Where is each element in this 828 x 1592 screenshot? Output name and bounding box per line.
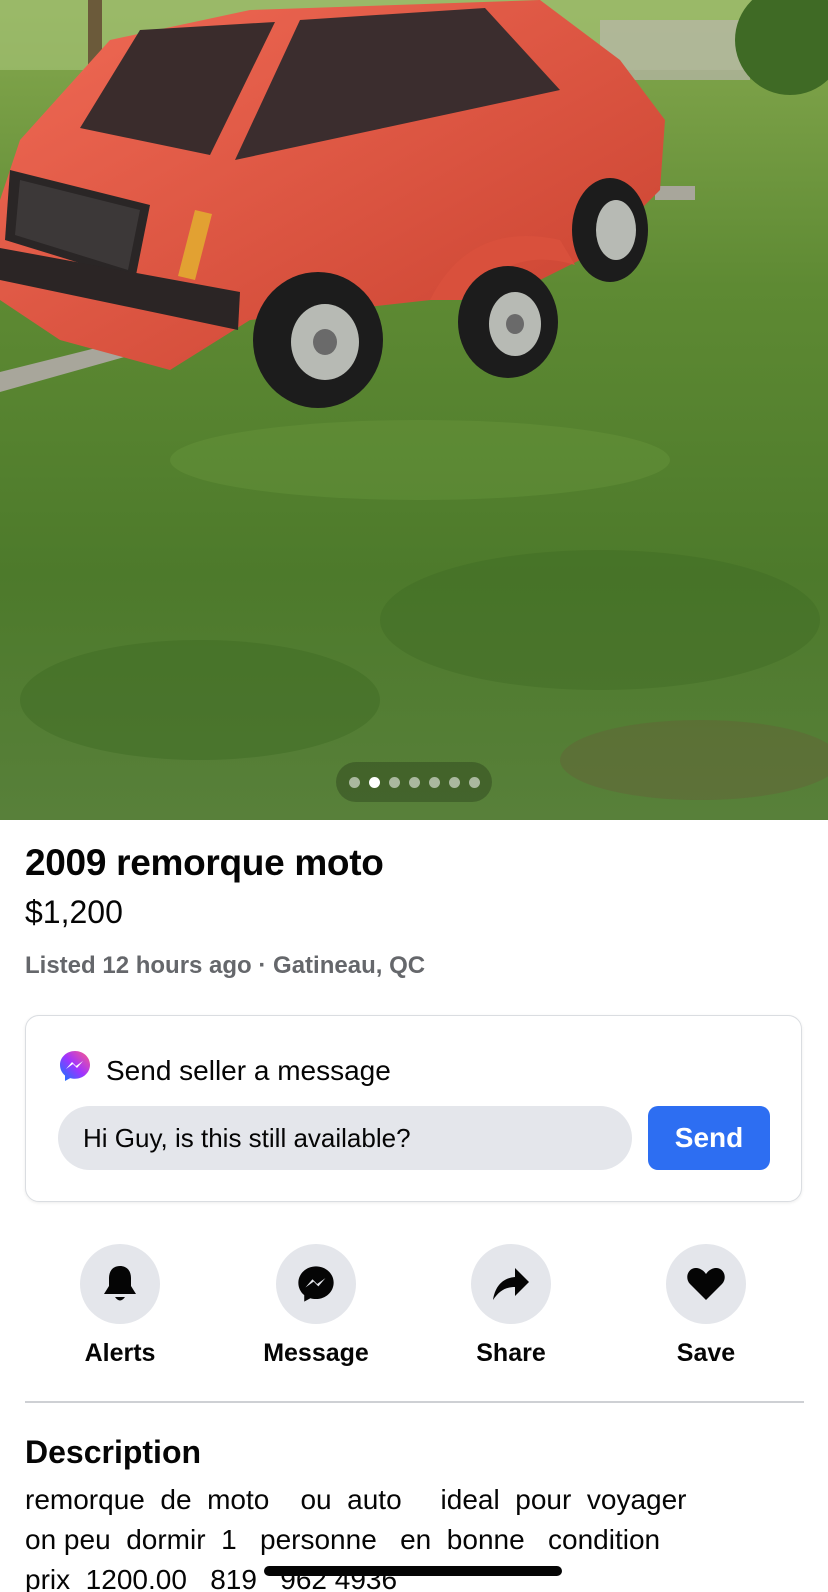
listing-meta: Listed 12 hours ago · Gatineau, QC	[25, 952, 426, 979]
message-label: Message	[263, 1339, 369, 1367]
carousel-dot[interactable]	[348, 776, 360, 788]
description-line: on peu dormir 1 personne en bonne condit…	[25, 1524, 661, 1555]
bell-icon	[104, 1266, 136, 1301]
carousel-dot[interactable]	[468, 776, 480, 788]
send-message-heading: Send seller a message	[106, 1055, 391, 1086]
carousel-page-indicator	[336, 762, 492, 802]
listing-title: 2009 remorque moto	[25, 842, 384, 883]
carousel-dot[interactable]	[408, 776, 420, 788]
alerts-circle[interactable]	[80, 1244, 160, 1324]
send-button[interactable]: Send	[648, 1106, 770, 1170]
section-divider	[25, 1401, 804, 1403]
alerts-label: Alerts	[84, 1339, 156, 1367]
heart-icon	[687, 1267, 725, 1300]
description-heading: Description	[25, 1434, 202, 1470]
share-button[interactable]: Share	[431, 1244, 591, 1368]
description-line: prix 1200.00 819 962 4936	[25, 1564, 398, 1592]
listing-price: $1,200	[25, 894, 123, 930]
home-indicator	[264, 1566, 562, 1576]
message-circle[interactable]	[276, 1244, 356, 1324]
description-line: remorque de moto ou auto ideal pour voya…	[25, 1484, 687, 1515]
trailer-photo-image	[0, 0, 828, 820]
listing-photo[interactable]	[0, 0, 828, 820]
carousel-dot[interactable]	[428, 776, 440, 788]
carousel-dot[interactable]	[448, 776, 460, 788]
message-button[interactable]: Message	[236, 1244, 396, 1368]
alerts-button[interactable]: Alerts	[40, 1244, 200, 1368]
message-input[interactable]	[58, 1106, 632, 1170]
share-label: Share	[476, 1339, 546, 1367]
messenger-icon	[298, 1266, 334, 1302]
carousel-dot[interactable]	[388, 776, 400, 788]
share-arrow-icon	[493, 1268, 529, 1300]
send-seller-message-card: Send seller a message Send	[25, 1015, 802, 1202]
marketplace-listing-page: 2009 remorque moto $1,200 Listed 12 hour…	[0, 0, 828, 1592]
action-bar: Alerts Message Share Save	[0, 1244, 828, 1374]
messenger-icon	[60, 1051, 90, 1081]
save-button[interactable]: Save	[626, 1244, 786, 1368]
save-circle[interactable]	[666, 1244, 746, 1324]
share-circle[interactable]	[471, 1244, 551, 1324]
carousel-dot[interactable]	[368, 776, 380, 788]
save-label: Save	[676, 1339, 736, 1367]
